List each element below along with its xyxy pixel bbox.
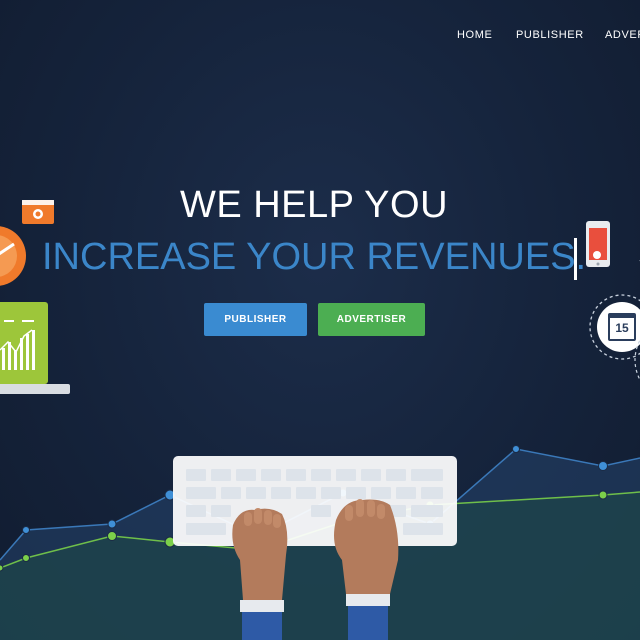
publisher-button[interactable]: PUBLISHER [204,303,307,336]
calendar-icon [589,260,640,381]
keyboard-icon [173,456,457,546]
hero-heading-line1: WE HELP YOU [179,184,449,226]
nav-advertiser-link[interactable]: ADVERTISER [605,29,640,41]
smartphone-icon [586,221,610,267]
advertiser-button[interactable]: ADVERTISER [318,303,425,336]
top-navigation: HOME PUBLISHER ADVERTISER [0,29,640,43]
hero-section: 15 HOME PUBLISHER ADVERTISER WE HELP YOU… [0,0,640,640]
nav-home-link[interactable]: HOME [457,29,492,41]
speedometer-icon [0,226,26,286]
typing-cursor [574,238,577,280]
laptop-chart-icon [0,302,70,394]
calendar-day-label: 15 [615,321,629,335]
hero-heading-line2: INCREASE YOUR REVENUES. [42,236,587,278]
nav-publisher-link[interactable]: PUBLISHER [516,29,584,41]
